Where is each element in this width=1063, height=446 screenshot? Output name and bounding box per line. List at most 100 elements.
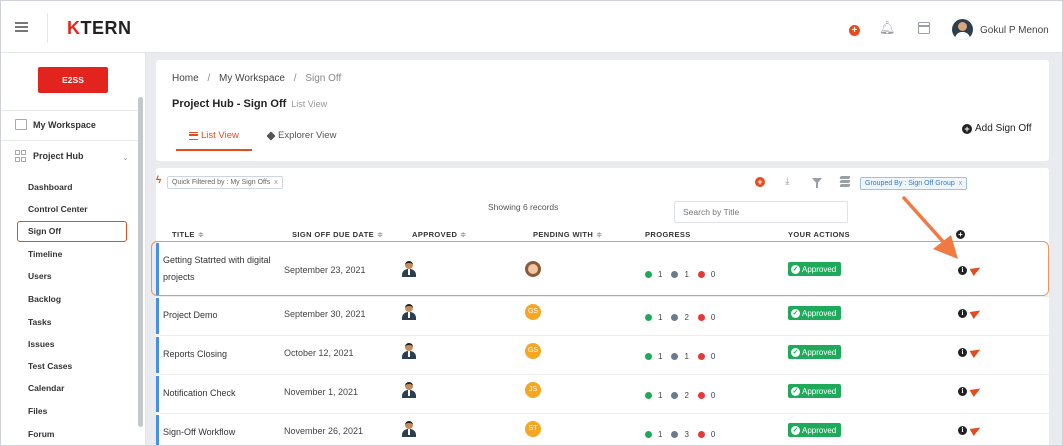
rejected-count: 0 <box>710 430 716 439</box>
breadcrumb-home[interactable]: Home <box>172 73 199 84</box>
approved-dot-icon <box>645 314 652 321</box>
column-header-due-date[interactable]: Sign Off Due Date ≑ <box>292 230 383 239</box>
table-row[interactable]: Project Demo September 30, 2021 GS 1 2 0… <box>156 297 1049 336</box>
row-accent <box>156 243 159 295</box>
status-badge: ✓ Approved <box>788 423 842 437</box>
pending-count: 3 <box>684 430 689 439</box>
breadcrumb-current: Sign Off <box>305 73 342 84</box>
sidebar-item-timeline[interactable]: Timeline <box>28 249 62 259</box>
approved-count: 1 <box>658 352 663 361</box>
search-input[interactable] <box>674 201 848 223</box>
row-title[interactable]: Sign-Off Workflow <box>163 424 235 441</box>
send-icon[interactable] <box>969 264 983 276</box>
tab-explorer-view[interactable]: Explorer View <box>266 130 337 141</box>
add-icon[interactable]: + <box>755 177 765 187</box>
sidebar-item-label: My Workspace <box>33 119 96 130</box>
add-icon[interactable]: + <box>849 25 860 36</box>
status-badge: ✓ Approved <box>788 262 842 276</box>
row-title[interactable]: Reports Closing <box>163 346 227 363</box>
sidebar-item-test-cases[interactable]: Test Cases <box>28 361 72 371</box>
sidebar-item-forum[interactable]: Forum <box>28 429 54 439</box>
approved-count: 1 <box>658 313 663 322</box>
sidebar-item-dashboard[interactable]: Dashboard <box>28 182 72 192</box>
breadcrumb-separator: / <box>207 73 211 84</box>
tab-label: Explorer View <box>278 130 337 141</box>
row-due-date: November 26, 2021 <box>284 426 364 436</box>
sidebar-item-project-hub[interactable]: Project Hub <box>15 150 84 162</box>
divider <box>47 13 48 43</box>
info-icon[interactable]: i <box>958 387 967 396</box>
avatar[interactable] <box>952 19 973 40</box>
table-row[interactable]: Notification Check November 1, 2021 JS 1… <box>156 375 1049 414</box>
sidebar-scrollbar[interactable] <box>138 97 143 427</box>
hamburger-menu-icon[interactable] <box>15 22 28 32</box>
approved-count: 1 <box>658 270 663 279</box>
cube-icon <box>266 130 276 141</box>
pending-avatar: ST <box>525 421 541 437</box>
divider <box>1 140 138 141</box>
org-button[interactable]: E2SS <box>38 67 108 93</box>
add-sign-off-label: Add Sign Off <box>975 123 1032 134</box>
sidebar-item-calendar[interactable]: Calendar <box>28 383 64 393</box>
table-row[interactable]: Reports Closing October 12, 2021 GS 1 1 … <box>156 336 1049 375</box>
sidebar-item-backlog[interactable]: Backlog <box>28 294 61 304</box>
row-title[interactable]: Notification Check <box>163 385 236 402</box>
breadcrumb-workspace[interactable]: My Workspace <box>219 73 285 84</box>
rejected-count: 0 <box>710 270 716 279</box>
top-bar: KTERN + 🔔︎ Gokul P Menon <box>1 1 1062 53</box>
column-header-approved[interactable]: Approved ≑ <box>412 230 467 239</box>
column-label: Title <box>172 230 195 239</box>
send-icon[interactable] <box>969 346 983 358</box>
filter-icon[interactable] <box>812 178 822 188</box>
pending-count: 2 <box>684 391 689 400</box>
user-name[interactable]: Gokul P Menon <box>980 25 1049 36</box>
chevron-down-icon[interactable]: ⌄ <box>122 153 129 162</box>
status-label: Approved <box>802 347 837 357</box>
status-label: Approved <box>802 425 837 435</box>
info-icon[interactable]: i <box>958 348 967 357</box>
add-sign-off-button[interactable]: + Add Sign Off <box>962 123 1032 134</box>
check-icon: ✓ <box>791 386 800 396</box>
quick-filter-label: Quick Filtered by : My Sign Offs <box>172 179 271 186</box>
sidebar-item-files[interactable]: Files <box>28 406 47 416</box>
add-column-icon[interactable]: + <box>956 230 965 239</box>
column-header-title[interactable]: Title ≑ <box>172 230 204 239</box>
bell-icon[interactable]: 🔔︎ <box>879 20 896 36</box>
ktern-logo: KTERN <box>67 18 132 39</box>
send-icon[interactable] <box>969 424 983 436</box>
pending-avatar: GS <box>525 343 541 359</box>
send-icon[interactable] <box>969 385 983 397</box>
logo-k: K <box>67 18 81 38</box>
tab-list-view[interactable]: List View <box>189 130 239 141</box>
quick-filter-chip[interactable]: Quick Filtered by : My Sign Offs x <box>167 176 283 189</box>
close-icon[interactable]: x <box>274 179 278 186</box>
info-icon[interactable]: i <box>958 266 967 275</box>
sidebar-item-users[interactable]: Users <box>28 271 52 281</box>
info-icon[interactable]: i <box>958 426 967 435</box>
page-title: Project Hub - Sign Off List View <box>172 98 327 110</box>
grid-icon <box>15 150 27 162</box>
sidebar-item-tasks[interactable]: Tasks <box>28 317 51 327</box>
table-row[interactable]: Getting Statrted with digital projects S… <box>156 242 1049 297</box>
table-row[interactable]: Sign-Off Workflow November 26, 2021 ST 1… <box>156 414 1049 445</box>
approved-count: 1 <box>658 391 663 400</box>
sidebar-item-control-center[interactable]: Control Center <box>28 204 88 214</box>
row-title[interactable]: Getting Statrted with digital projects <box>163 252 273 286</box>
sidebar-item-sign-off[interactable]: Sign Off <box>17 221 127 242</box>
layers-icon[interactable] <box>839 176 851 187</box>
column-header-pending-with[interactable]: Pending With ≑ <box>533 230 602 239</box>
rejected-count: 0 <box>710 313 716 322</box>
sidebar-item-issues[interactable]: Issues <box>28 339 54 349</box>
grouped-by-chip[interactable]: Grouped By : Sign Off Group x <box>860 177 968 190</box>
column-label: Sign Off Due Date <box>292 230 375 239</box>
check-icon: ✓ <box>791 347 800 357</box>
calendar-icon[interactable] <box>918 22 930 34</box>
record-count: Showing 6 records <box>488 202 559 212</box>
send-icon[interactable] <box>969 307 983 319</box>
sidebar-item-my-workspace[interactable]: My Workspace <box>15 119 96 130</box>
close-icon[interactable]: x <box>959 180 963 187</box>
download-icon[interactable]: ⤓ <box>785 176 789 187</box>
sort-icon: ≑ <box>460 232 467 239</box>
info-icon[interactable]: i <box>958 309 967 318</box>
row-title[interactable]: Project Demo <box>163 307 218 324</box>
